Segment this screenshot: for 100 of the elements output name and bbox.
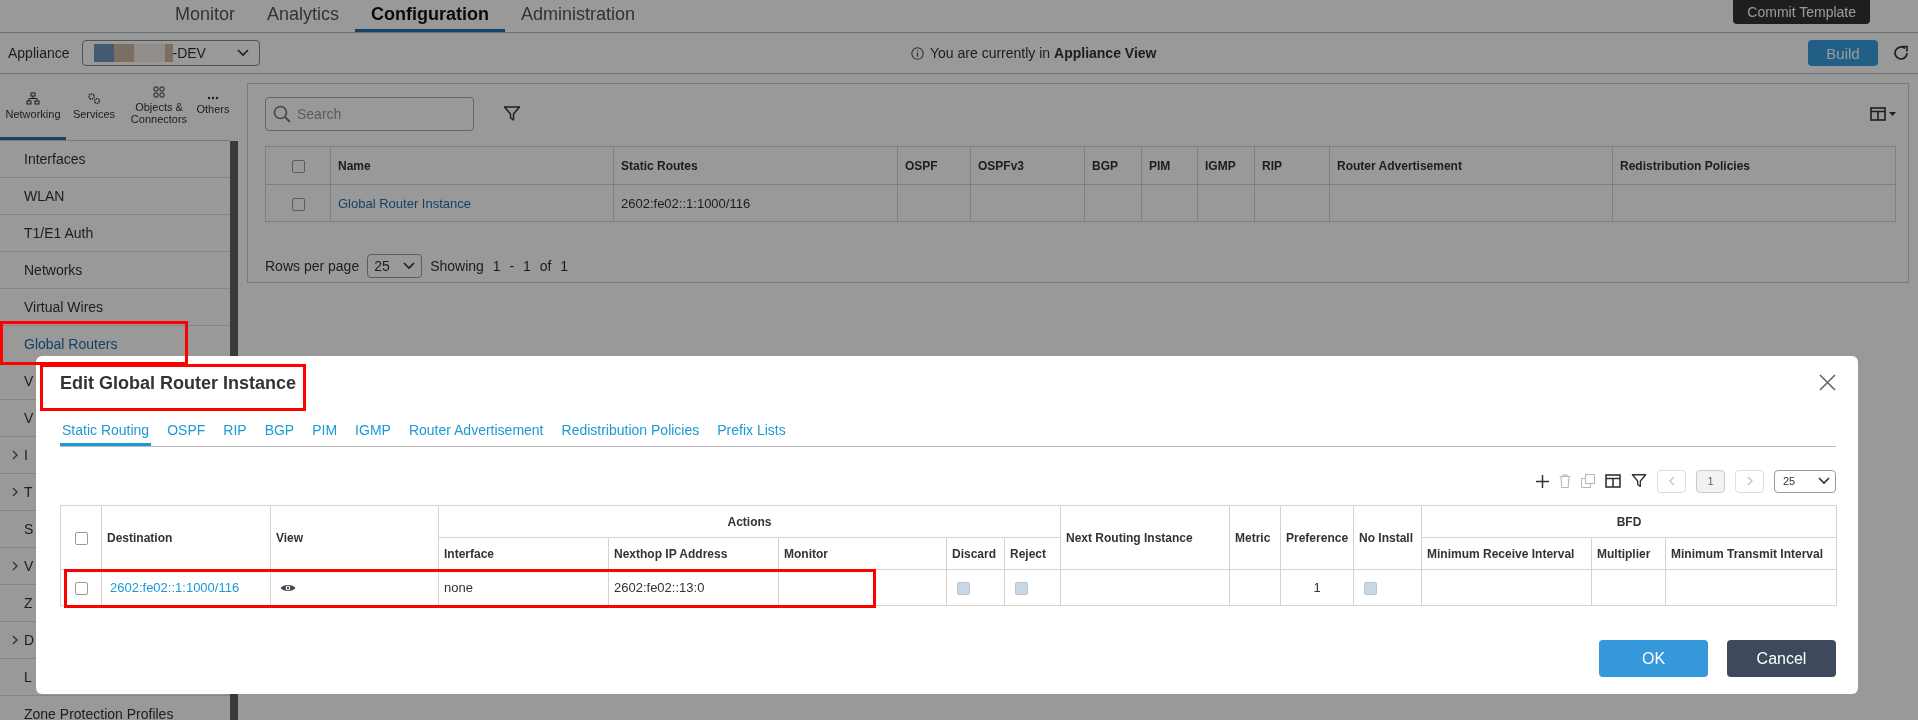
column-header: No Install [1353, 505, 1422, 570]
refresh-icon[interactable] [1892, 44, 1910, 62]
column-header: Static Routes [613, 146, 898, 185]
showing-text: Showing 1 - 1 of 1 [430, 258, 569, 274]
sidebar-item[interactable]: V [24, 373, 34, 389]
table-cell: 1 [1280, 569, 1354, 606]
view-info-text: You are currently in Appliance View [930, 45, 1157, 61]
sidebar-item[interactable]: V [24, 410, 34, 426]
sidebar-item[interactable]: V [24, 558, 34, 574]
column-header: Metric [1229, 505, 1281, 570]
table-cell: 2602:fe02::1:1000/116 [613, 184, 898, 222]
eye-icon[interactable] [280, 582, 296, 593]
appliance-select[interactable]: -DEV [81, 40, 260, 66]
dialog-tab[interactable]: Redistribution Policies [559, 422, 702, 446]
ok-button[interactable]: OK [1599, 640, 1708, 677]
dialog-title: Edit Global Router Instance [60, 372, 297, 394]
cancel-button[interactable]: Cancel [1727, 640, 1836, 677]
sidebar-item[interactable]: Virtual Wires [24, 299, 104, 315]
sidebar-item[interactable]: Z [24, 595, 33, 611]
column-header: Preference [1280, 505, 1354, 570]
column-header: Minimum Transmit Interval [1665, 537, 1837, 570]
sidebar-item[interactable]: T [24, 484, 33, 500]
nav-tab[interactable]: Administration [505, 0, 652, 32]
page-size-select[interactable]: 25 [1774, 469, 1836, 493]
sidebar-item[interactable]: D [24, 632, 35, 648]
columns-icon [1870, 107, 1886, 121]
checkbox[interactable] [957, 582, 970, 596]
sidebar-item[interactable]: Zone Protection Profiles [24, 706, 174, 720]
checkbox[interactable] [74, 531, 88, 545]
column-group-header: Actions [438, 505, 1061, 538]
sidebar-item[interactable]: I [24, 447, 28, 463]
column-header: BGP [1084, 146, 1142, 185]
dialog-tab[interactable]: RIP [221, 422, 249, 446]
column-header: Router Advertisement [1329, 146, 1613, 185]
nav-tab[interactable]: Configuration [355, 0, 506, 32]
dialog-tab[interactable]: Prefix Lists [715, 422, 788, 446]
sidebar-item[interactable]: L [24, 669, 32, 685]
plus-icon[interactable] [1536, 474, 1549, 488]
network-icon [26, 91, 40, 105]
column-header: OSPFv3 [970, 146, 1085, 185]
appliance-label: Appliance [8, 45, 70, 61]
search-field[interactable]: Search [265, 97, 474, 131]
sidebar-item[interactable]: Interfaces [24, 151, 86, 167]
column-header: OSPF [897, 146, 971, 185]
column-header: Minimum Receive Interval [1421, 537, 1592, 570]
column-header: PIM [1141, 146, 1198, 185]
column-header: RIP [1254, 146, 1330, 185]
search-icon [273, 105, 291, 123]
sidebar-item[interactable]: S [24, 521, 34, 537]
checkbox[interactable] [74, 582, 88, 596]
gears-icon [87, 91, 101, 105]
caret-icon [1889, 112, 1896, 116]
checkbox[interactable] [1364, 582, 1377, 596]
chevron-left-icon [1668, 476, 1675, 486]
sidebar-item[interactable]: Global Routers [24, 336, 118, 352]
chevron-down-icon [1818, 477, 1830, 485]
dialog-tab[interactable]: Router Advertisement [406, 422, 546, 446]
commit-template-button[interactable]: Commit Template [1733, 0, 1870, 24]
sidebar-item[interactable]: T1/E1 Auth [24, 225, 94, 241]
dialog-tab[interactable]: BGP [262, 422, 297, 446]
dialog-tab[interactable]: OSPF [165, 422, 208, 446]
category-tab[interactable]: Objects & Connectors [122, 74, 196, 140]
column-header: Discard [946, 537, 1005, 570]
column-header: Next Routing Instance [1060, 505, 1230, 570]
sidebar-item[interactable]: WLAN [24, 188, 65, 204]
filter-icon[interactable] [1631, 473, 1647, 489]
sidebar-item[interactable]: Networks [24, 262, 83, 278]
grid-icon [153, 86, 165, 98]
page-number[interactable]: 1 [1696, 469, 1725, 493]
category-tab[interactable]: Networking [0, 74, 66, 140]
scrollbar[interactable] [230, 141, 238, 357]
filter-icon[interactable] [503, 105, 521, 123]
checkbox[interactable] [291, 197, 305, 211]
dialog-tab[interactable]: PIM [310, 422, 340, 446]
more-icon [207, 96, 219, 100]
column-chooser[interactable] [1870, 107, 1896, 121]
close-icon[interactable] [1819, 374, 1836, 391]
nav-tab[interactable]: Analytics [251, 0, 356, 32]
category-tab[interactable]: Services [66, 74, 122, 140]
column-group-header: BFD [1421, 505, 1837, 538]
chevron-down-icon [403, 262, 416, 270]
checkbox[interactable] [1015, 582, 1028, 596]
rows-per-page-label: Rows per page [265, 258, 360, 274]
checkbox[interactable] [291, 159, 305, 173]
column-header: IGMP [1197, 146, 1255, 185]
page-size-select[interactable]: 25 [367, 254, 423, 278]
dialog-tab[interactable]: IGMP [353, 422, 393, 446]
category-tab[interactable]: Others [196, 74, 230, 140]
chevron-right-icon [1746, 476, 1753, 486]
column-header: View [270, 505, 439, 570]
info-icon [911, 46, 925, 60]
column-header: Destination [101, 505, 271, 570]
column-header: Redistribution Policies [1612, 146, 1896, 185]
router-link[interactable]: Global Router Instance [338, 195, 471, 211]
nav-tab[interactable]: Monitor [159, 0, 252, 32]
column-header: Multiplier [1591, 537, 1666, 570]
scrollbar-track [230, 694, 238, 720]
dialog-tab[interactable]: Static Routing [60, 422, 152, 446]
chevron-down-icon [236, 49, 249, 57]
columns-icon[interactable] [1605, 474, 1621, 488]
